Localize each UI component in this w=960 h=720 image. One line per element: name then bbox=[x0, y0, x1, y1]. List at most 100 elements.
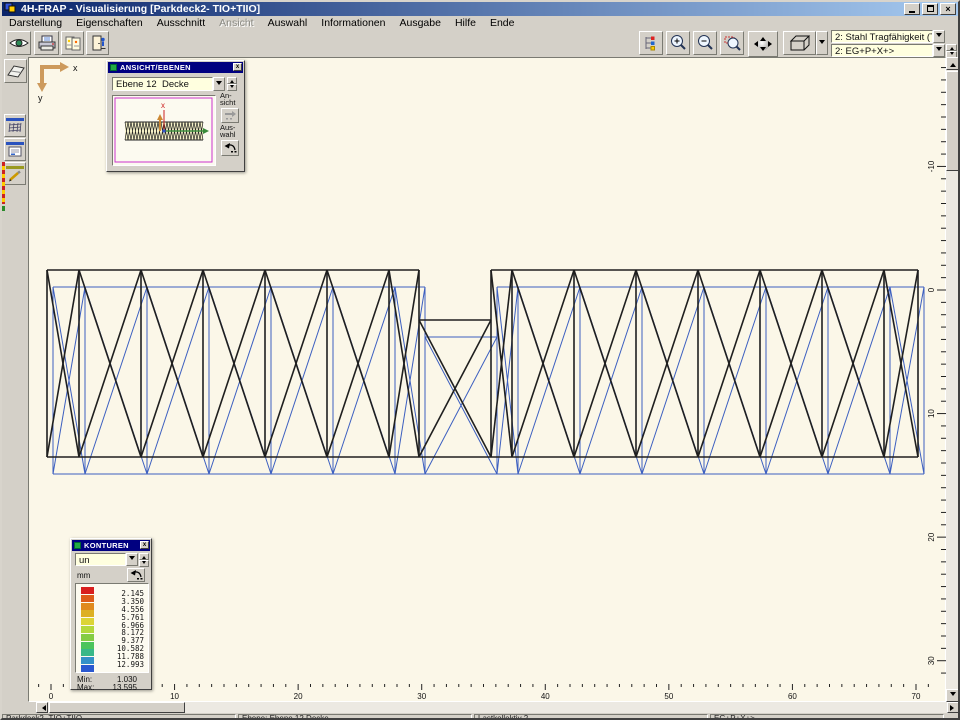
svg-text:-10: -10 bbox=[927, 160, 936, 172]
load-case-spinner[interactable] bbox=[946, 44, 957, 57]
svg-text:60: 60 bbox=[788, 692, 797, 701]
zoom-in-button[interactable] bbox=[666, 31, 690, 55]
title-bar[interactable]: 4H-FRAP - Visualisierung [Parkdeck2- TIO… bbox=[2, 2, 958, 16]
horizontal-scrollbar[interactable] bbox=[36, 702, 959, 713]
minimize-button[interactable] bbox=[904, 3, 920, 15]
panel-title-bar[interactable]: ANSICHT/EBENEN bbox=[108, 62, 243, 73]
structure-tree-button[interactable] bbox=[639, 31, 663, 55]
quantity-combo-value: un bbox=[75, 553, 126, 566]
svg-text:10: 10 bbox=[927, 409, 936, 418]
view-cube-button[interactable] bbox=[783, 31, 816, 55]
truss-deformed bbox=[53, 287, 924, 474]
select-apply-button[interactable] bbox=[221, 140, 239, 156]
status-section-3: Lastkollektiv 2 bbox=[474, 714, 708, 720]
svg-text:0: 0 bbox=[927, 287, 936, 292]
panel-close-button[interactable]: x bbox=[233, 63, 242, 71]
vertical-scrollbar[interactable] bbox=[946, 57, 959, 702]
minimize-icon bbox=[909, 11, 915, 13]
menu-item-hilfe[interactable]: Hilfe bbox=[448, 17, 483, 29]
menu-item-ausgabe[interactable]: Ausgabe bbox=[393, 17, 448, 29]
scroll-left-button[interactable] bbox=[36, 702, 48, 713]
panel-icon bbox=[110, 64, 117, 71]
unit-label: mm bbox=[77, 571, 90, 580]
docked-panel-edge bbox=[2, 206, 5, 211]
panel-icon bbox=[74, 542, 81, 549]
panel-title-bar[interactable]: KONTUREN bbox=[72, 540, 150, 551]
horizontal-scroll-thumb[interactable] bbox=[49, 702, 185, 713]
view-properties-button[interactable] bbox=[6, 31, 31, 55]
scroll-right-button[interactable] bbox=[947, 702, 959, 713]
view-apply-button[interactable] bbox=[221, 108, 239, 123]
pages-button[interactable] bbox=[61, 31, 84, 55]
status-section-1: Parkdeck2- TIO+TIIO bbox=[2, 714, 236, 720]
result-type-combo[interactable]: 2: Stahl Tragfähigkeit (Th. 2. O bbox=[831, 30, 945, 43]
maximize-icon bbox=[927, 5, 934, 12]
plane-icon bbox=[6, 63, 26, 79]
spinner-up-icon[interactable] bbox=[946, 44, 957, 51]
plane-select-button[interactable] bbox=[4, 59, 27, 83]
printer-icon bbox=[37, 35, 57, 51]
arrow-right-icon bbox=[223, 110, 238, 121]
main-toolbar: 2: Stahl Tragfähigkeit (Th. 2. O 2: EG+P… bbox=[2, 29, 958, 57]
chevron-down-icon[interactable] bbox=[126, 553, 138, 566]
scroll-down-button[interactable] bbox=[946, 689, 959, 702]
menu-item-ansicht: Ansicht bbox=[212, 17, 260, 29]
zoom-window-icon bbox=[723, 34, 741, 52]
svg-text:20: 20 bbox=[294, 692, 303, 701]
quantity-spinner[interactable] bbox=[139, 553, 149, 566]
dock-mesh-panel-button[interactable] bbox=[4, 114, 26, 137]
panel-close-button[interactable]: x bbox=[140, 541, 149, 549]
spinner-down-icon[interactable] bbox=[227, 84, 237, 91]
maximize-button[interactable] bbox=[922, 3, 938, 15]
menu-item-ende[interactable]: Ende bbox=[483, 17, 522, 29]
curved-arrow-icon bbox=[129, 569, 144, 581]
status-indicator-icon bbox=[948, 714, 957, 720]
pan-right-icon bbox=[768, 41, 775, 47]
quantity-combo[interactable]: un bbox=[75, 553, 138, 566]
eye-icon bbox=[9, 36, 29, 50]
right-ruler: -100102030 bbox=[927, 68, 946, 673]
plane-preview[interactable]: x bbox=[112, 95, 216, 166]
spinner-up-icon[interactable] bbox=[227, 77, 237, 84]
exit-door-icon bbox=[90, 35, 106, 51]
chevron-down-icon[interactable] bbox=[213, 77, 225, 91]
exit-button[interactable] bbox=[86, 31, 109, 55]
menu-item-ausschnitt[interactable]: Ausschnitt bbox=[150, 17, 212, 29]
spinner-down-icon[interactable] bbox=[139, 560, 149, 567]
dock-info-panel-button[interactable] bbox=[4, 138, 26, 161]
menu-item-auswahl[interactable]: Auswahl bbox=[261, 17, 315, 29]
pan-control[interactable] bbox=[748, 31, 778, 57]
menu-item-darstellung[interactable]: Darstellung bbox=[2, 17, 69, 29]
level-spinner[interactable] bbox=[227, 77, 237, 91]
curved-arrow-icon bbox=[223, 142, 238, 154]
print-button[interactable] bbox=[34, 31, 59, 55]
chevron-down-icon[interactable] bbox=[933, 30, 945, 43]
zoom-out-button[interactable] bbox=[693, 31, 717, 55]
preview-axis-label: x bbox=[161, 101, 165, 110]
legend-color-swatch bbox=[81, 634, 94, 641]
axis-y-label: y bbox=[38, 93, 43, 103]
window-title: 4H-FRAP - Visualisierung [Parkdeck2- TIO… bbox=[21, 3, 260, 15]
menu-item-informationen[interactable]: Informationen bbox=[314, 17, 392, 29]
vertical-scroll-thumb[interactable] bbox=[946, 71, 959, 171]
pan-left-icon bbox=[751, 41, 758, 47]
unit-settings-button[interactable] bbox=[127, 568, 145, 582]
spinner-up-icon[interactable] bbox=[139, 553, 149, 560]
legend-value: 12.993 bbox=[117, 661, 144, 669]
pencil-icon bbox=[7, 169, 23, 182]
level-combo[interactable]: Ebene 12 Decke bbox=[112, 77, 225, 91]
view-cube-dropdown[interactable] bbox=[816, 31, 828, 55]
zoom-window-button[interactable] bbox=[720, 31, 744, 55]
status-section-2: Ebene: Ebene 12 Decke bbox=[238, 714, 472, 720]
arrow-up-icon bbox=[950, 60, 956, 67]
menu-item-eigenschaften[interactable]: Eigenschaften bbox=[69, 17, 150, 29]
chevron-down-icon[interactable] bbox=[933, 44, 945, 57]
left-dock bbox=[2, 57, 28, 702]
close-button[interactable]: × bbox=[940, 3, 956, 15]
load-case-value: 2: EG+P+X+> bbox=[831, 44, 933, 57]
dock-edit-panel-button[interactable] bbox=[4, 162, 26, 185]
scroll-up-button[interactable] bbox=[946, 57, 959, 70]
svg-text:40: 40 bbox=[541, 692, 550, 701]
load-case-combo[interactable]: 2: EG+P+X+> bbox=[831, 44, 945, 57]
legend-color-swatch bbox=[81, 657, 94, 664]
